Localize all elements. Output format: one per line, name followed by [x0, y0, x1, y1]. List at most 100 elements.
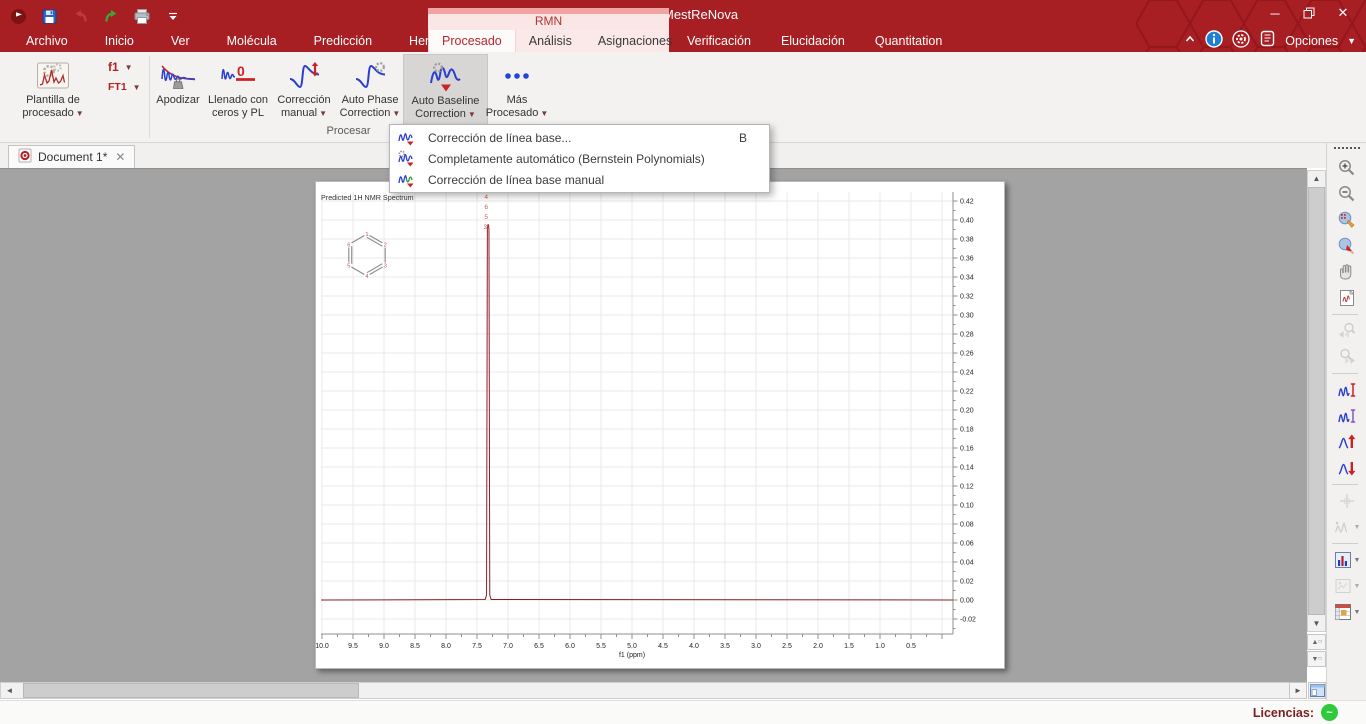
svg-text:0.08: 0.08: [960, 522, 974, 529]
undo-icon[interactable]: [70, 6, 90, 26]
tab-analisis[interactable]: Análisis: [516, 30, 585, 52]
minimize-button[interactable]: ─: [1258, 0, 1292, 26]
expand-selection-icon[interactable]: [1332, 233, 1362, 259]
save-icon[interactable]: [39, 6, 59, 26]
scale-intensity-alt-icon[interactable]: [1332, 403, 1362, 429]
status-bar: Licencias: ~: [0, 700, 1366, 724]
increase-intensity-icon[interactable]: [1332, 429, 1362, 455]
apodization-icon: [160, 57, 196, 94]
app-logo-icon[interactable]: [8, 6, 28, 26]
customize-quick-access-caret-icon[interactable]: [163, 6, 183, 26]
zero-filling-button[interactable]: 0 Llenado con ceros y PL: [205, 54, 271, 125]
toolbar-separator: [1331, 373, 1358, 374]
menu-molecula[interactable]: Molécula: [225, 32, 279, 50]
redo-icon[interactable]: [101, 6, 121, 26]
frame-view-icon[interactable]: ▼: [1332, 573, 1362, 599]
license-status-icon[interactable]: ~: [1321, 704, 1338, 721]
chart-view-icon[interactable]: ▼: [1332, 547, 1362, 573]
menu-archivo[interactable]: Archivo: [24, 32, 70, 50]
document-tab[interactable]: Document 1* ✕: [8, 145, 136, 168]
svg-text:0.42: 0.42: [960, 199, 974, 206]
svg-text:0.12: 0.12: [960, 484, 974, 491]
licenses-book-icon[interactable]: [1259, 30, 1276, 52]
svg-text:0.5: 0.5: [906, 643, 916, 650]
scroll-up-arrow-icon[interactable]: ▲: [1308, 171, 1325, 186]
plantilla-procesado-button[interactable]: Plantilla de procesado ▼: [0, 54, 106, 125]
collapse-ribbon-icon[interactable]: [1184, 32, 1196, 50]
tab-quantitation[interactable]: Quantitation: [860, 34, 957, 48]
horizontal-scrollbar-thumb[interactable]: [23, 683, 359, 698]
manual-phase-correction-button[interactable]: Corrección manual ▼: [271, 54, 337, 125]
close-button[interactable]: ✕: [1326, 0, 1360, 26]
tab-elucidacion[interactable]: Elucidación: [766, 34, 860, 48]
page-layout-icon[interactable]: [1308, 682, 1326, 699]
scroll-right-arrow-icon[interactable]: ►: [1289, 682, 1307, 699]
vertical-scrollbar-thumb[interactable]: [1308, 187, 1325, 615]
svg-text:5.0: 5.0: [627, 643, 637, 650]
f1-button[interactable]: f1 ▼: [108, 60, 141, 74]
scale-intensity-icon[interactable]: [1332, 377, 1362, 403]
zoom-selection-icon[interactable]: [1332, 207, 1362, 233]
print-icon[interactable]: [132, 6, 152, 26]
decrease-intensity-icon[interactable]: [1332, 455, 1362, 481]
auto-phase-icon: [354, 57, 387, 94]
settings-gear-icon[interactable]: [1232, 29, 1250, 53]
fit-to-page-icon[interactable]: [1332, 285, 1362, 311]
scroll-left-arrow-icon[interactable]: ◄: [1, 683, 18, 698]
auto-baseline-caret-icon: ▼: [467, 109, 476, 119]
ft1-button[interactable]: FT1 ▼: [108, 81, 141, 93]
apodizar-button[interactable]: Apodizar: [151, 54, 205, 125]
tab-verificacion[interactable]: Verificación: [672, 34, 766, 48]
menu-item-manual-baseline-correction[interactable]: Corrección de línea base manual: [390, 169, 769, 190]
previous-page-button[interactable]: ▲ □: [1307, 634, 1326, 650]
svg-text:0.02: 0.02: [960, 579, 974, 586]
document-tab-close-icon[interactable]: ✕: [115, 150, 125, 164]
spectrum-page[interactable]: 1 2 3 4 5 6 10.0 9.5 9.0 8.5 8.0 7.5 7.0 6.5 6.0 5.5 5.0…: [315, 181, 1005, 669]
svg-text:1.0: 1.0: [875, 643, 885, 650]
restore-button[interactable]: [1292, 0, 1326, 26]
crosshair-icon[interactable]: [1332, 488, 1362, 514]
info-icon[interactable]: [1205, 29, 1223, 53]
menu-prediccion[interactable]: Predicción: [312, 32, 374, 50]
previous-zoom-icon[interactable]: [1332, 318, 1362, 344]
dropdown-caret-icon: ▼: [1353, 608, 1361, 616]
peak-by-peak-icon[interactable]: ▼: [1332, 514, 1362, 540]
svg-text:3: 3: [384, 264, 387, 270]
auto-baseline-correction-button[interactable]: Auto Baseline Correction ▼: [403, 54, 488, 125]
licenses-label: Licencias:: [1252, 705, 1314, 720]
pan-hand-icon[interactable]: [1332, 259, 1362, 285]
svg-text:0.24: 0.24: [960, 370, 974, 377]
vertical-scrollbar[interactable]: ▲ ▼: [1307, 170, 1326, 632]
document-canvas[interactable]: 1 2 3 4 5 6 10.0 9.5 9.0 8.5 8.0 7.5 7.0 6.5 6.0 5.5 5.0…: [0, 168, 1307, 682]
svg-text:4.5: 4.5: [658, 643, 668, 650]
svg-text:0.38: 0.38: [960, 237, 974, 244]
table-grid-icon[interactable]: ▼: [1332, 599, 1362, 625]
horizontal-scrollbar[interactable]: ◄: [0, 682, 1291, 699]
svg-text:5: 5: [347, 264, 350, 270]
ribbon-group-plantilla: Plantilla de procesado ▼ f1 ▼ FT1 ▼: [0, 52, 148, 142]
next-page-button[interactable]: ▼ □: [1307, 651, 1326, 667]
menu-inicio[interactable]: Inicio: [103, 32, 136, 50]
options-cluster: Opciones ▼: [1184, 29, 1356, 53]
options-button[interactable]: Opciones: [1285, 34, 1338, 48]
tab-asignaciones[interactable]: Asignaciones: [585, 30, 685, 52]
zoom-in-icon[interactable]: [1332, 155, 1362, 181]
manual-phase-icon: [288, 57, 321, 94]
auto-phase-correction-button[interactable]: Auto Phase Correction ▼: [337, 54, 403, 125]
menu-item-fully-automatic-bernstein[interactable]: Completamente automático (Bernstein Poly…: [390, 148, 769, 169]
next-zoom-icon[interactable]: [1332, 344, 1362, 370]
scroll-down-arrow-icon[interactable]: ▼: [1308, 616, 1325, 631]
svg-text:0.10: 0.10: [960, 503, 974, 510]
svg-text:4: 4: [484, 194, 488, 201]
zoom-out-icon[interactable]: [1332, 181, 1362, 207]
dropdown-caret-icon: ▼: [1353, 523, 1361, 531]
toolbar-drag-handle-icon[interactable]: [1333, 147, 1360, 149]
auto-baseline-icon: [429, 58, 463, 95]
svg-text:7.0: 7.0: [503, 643, 513, 650]
more-processing-button[interactable]: Más Procesado ▼: [486, 54, 548, 125]
tab-procesado[interactable]: Procesado: [428, 30, 516, 52]
processing-template-icon: [36, 57, 71, 94]
svg-text:0.14: 0.14: [960, 465, 974, 472]
menu-item-baseline-correction[interactable]: Corrección de línea base... B: [390, 127, 769, 148]
menu-ver[interactable]: Ver: [169, 32, 192, 50]
